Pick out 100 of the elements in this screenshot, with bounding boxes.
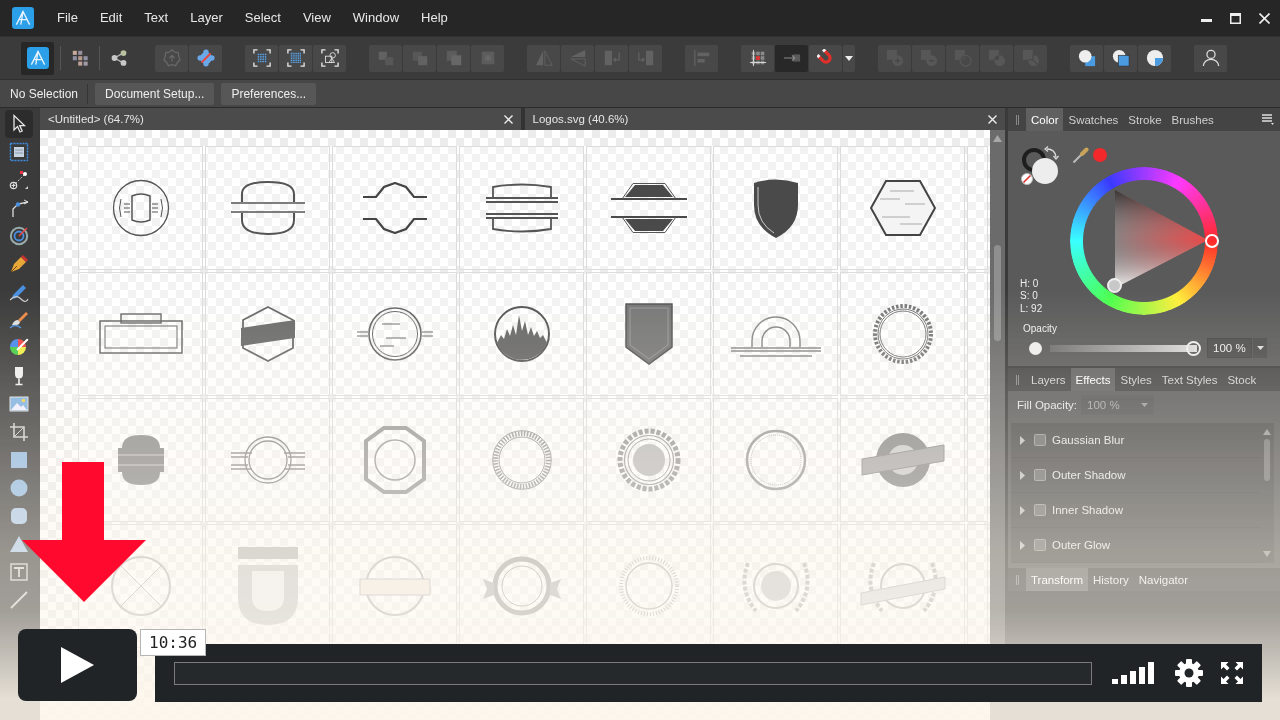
color-swatch-icon[interactable]: [1093, 148, 1107, 162]
toolbar-button[interactable]: [1138, 44, 1171, 72]
scroll-thumb[interactable]: [1264, 439, 1270, 481]
panel-tab[interactable]: Effects: [1070, 368, 1116, 391]
arrange-icon: [410, 49, 429, 67]
seal-drawing: [616, 428, 681, 492]
toolbar-button[interactable]: [279, 44, 312, 72]
toolbar-button[interactable]: [1104, 44, 1137, 72]
panel-tab[interactable]: Color: [1026, 108, 1064, 131]
flower-slash-icon: [196, 49, 215, 67]
menu-item[interactable]: Edit: [88, 10, 134, 26]
circle-icon[interactable]: [9, 478, 29, 498]
time-tooltip: 10:36: [140, 629, 207, 656]
document-setup-button[interactable]: Document Setup...: [95, 82, 215, 105]
preferences-button[interactable]: Preferences...: [221, 82, 317, 105]
pencil-icon[interactable]: [9, 282, 29, 302]
badge-upload-icon: [162, 49, 181, 67]
gear-ring-drawing: [871, 303, 934, 365]
panel-menu-icon[interactable]: [1262, 114, 1274, 125]
pointer-icon[interactable]: [5, 110, 33, 138]
app-logo-icon: [12, 7, 34, 29]
checkbox[interactable]: [1034, 504, 1046, 516]
fullscreen-icon[interactable]: [1220, 661, 1244, 685]
opacity-label: Opacity: [1023, 323, 1058, 334]
line-icon[interactable]: [9, 590, 29, 610]
checkbox[interactable]: [1034, 539, 1046, 551]
panel-tab[interactable]: Stock: [1222, 368, 1262, 391]
menu-item[interactable]: Layer: [179, 10, 234, 26]
toolbar-button[interactable]: [313, 44, 346, 72]
hue-handle[interactable]: [1205, 234, 1219, 248]
color-brush-icon[interactable]: [9, 338, 29, 358]
triangle-icon[interactable]: [9, 534, 29, 554]
panel-tab[interactable]: Text Styles: [1156, 368, 1223, 391]
toolbar-button[interactable]: [843, 44, 855, 72]
panel-tab[interactable]: Styles: [1115, 368, 1157, 391]
shield-drawing: [751, 177, 800, 239]
artboard-icon[interactable]: [9, 142, 29, 162]
menu-item[interactable]: Select: [233, 10, 292, 26]
image-icon[interactable]: [9, 394, 29, 414]
scroll-thumb[interactable]: [994, 245, 1001, 341]
caret-icon: [1141, 402, 1149, 407]
expand-caret-icon[interactable]: [1019, 470, 1026, 480]
rounded-square-icon[interactable]: [9, 506, 29, 526]
flip-vertical-icon: [568, 49, 587, 67]
toolbar-button[interactable]: [1070, 44, 1103, 72]
menu-item[interactable]: View: [291, 10, 342, 26]
close-icon[interactable]: [503, 114, 513, 124]
eyedropper-icon[interactable]: [1072, 146, 1089, 164]
toolbar-button[interactable]: [741, 44, 774, 72]
crop-icon[interactable]: [9, 422, 29, 442]
fill-stroke-icon[interactable]: [1020, 146, 1060, 186]
vertical-scrollbar[interactable]: [990, 130, 1005, 644]
brush-icon[interactable]: [9, 310, 29, 330]
node-transform-icon[interactable]: [9, 170, 29, 190]
document-tab[interactable]: Logos.svg (40.6%): [524, 108, 1005, 130]
settings-icon[interactable]: [1175, 659, 1203, 687]
scroll-up-icon[interactable]: [1263, 429, 1271, 435]
selection-status: No Selection: [10, 86, 79, 101]
grip-icon: [1016, 114, 1019, 125]
slider-thumb[interactable]: [1186, 340, 1201, 356]
checkbox[interactable]: [1034, 434, 1046, 446]
volume-bars-icon[interactable]: [1112, 662, 1155, 684]
toolbar-button[interactable]: [1194, 44, 1227, 72]
maximize-icon[interactable]: [1230, 12, 1241, 24]
node-icon[interactable]: [9, 198, 29, 218]
circle-quarter-icon: [1145, 49, 1164, 67]
scroll-up-icon[interactable]: [993, 135, 1002, 142]
document-tab[interactable]: <Untitled> (64.7%): [40, 108, 521, 130]
toolbar-button[interactable]: [21, 41, 54, 75]
square-icon[interactable]: [9, 450, 29, 470]
menu-item[interactable]: File: [46, 10, 89, 26]
text-frame-icon[interactable]: [9, 562, 29, 582]
dropdown-button[interactable]: [1253, 338, 1267, 358]
share-icon: [110, 49, 128, 67]
toolbar-button[interactable]: [245, 44, 278, 72]
menu-item[interactable]: Text: [133, 10, 180, 26]
close-icon[interactable]: [988, 114, 997, 124]
menu-item[interactable]: Window: [341, 10, 411, 26]
play-button[interactable]: [18, 629, 137, 701]
dot-grid-icon: [252, 49, 271, 67]
square-over-circle-icon: [1111, 49, 1130, 67]
menu-item[interactable]: Help: [410, 10, 459, 26]
panel-tab[interactable]: Stroke: [1123, 108, 1167, 131]
pixel-grid-icon: [71, 49, 89, 67]
opacity-field[interactable]: 100 %: [1207, 338, 1252, 358]
target-icon[interactable]: [9, 226, 29, 246]
panel-tab[interactable]: Swatches: [1063, 108, 1124, 131]
panel-tab[interactable]: Layers: [1026, 368, 1071, 391]
checkbox[interactable]: [1034, 469, 1046, 481]
user-icon: [1201, 49, 1220, 67]
close-icon[interactable]: [1259, 12, 1270, 24]
pen-icon[interactable]: [9, 254, 29, 274]
grid-snap-icon: [748, 49, 767, 67]
caret-icon: [845, 55, 853, 61]
round-emblem-drawing: [111, 179, 170, 237]
expand-caret-icon[interactable]: [1019, 505, 1026, 515]
progress-track[interactable]: [174, 661, 1092, 685]
panel-tab[interactable]: Brushes: [1166, 108, 1219, 131]
color-readout: H: 0: [1020, 277, 1040, 290]
expand-caret-icon[interactable]: [1019, 435, 1026, 445]
